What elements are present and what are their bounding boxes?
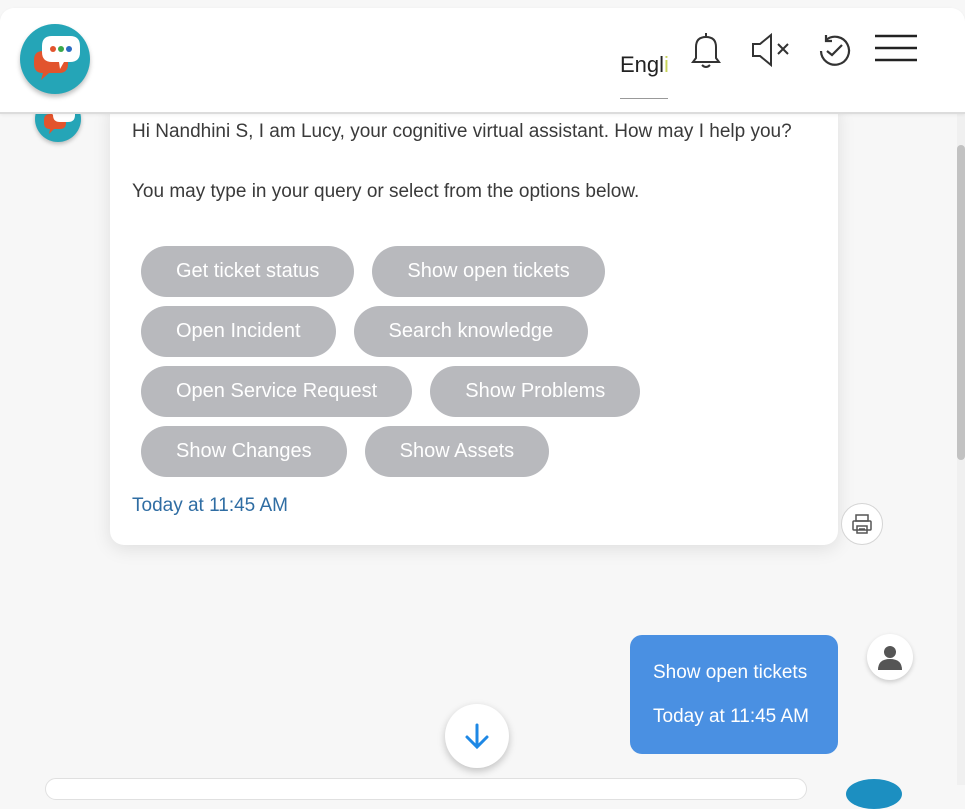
quick-reply-options: Get ticket status Show open tickets Open… xyxy=(141,246,661,486)
menu-icon[interactable] xyxy=(873,30,919,71)
bot-greeting: Hi Nandhini S, I am Lucy, your cognitive… xyxy=(132,121,792,142)
option-show-open-tickets[interactable]: Show open tickets xyxy=(372,246,605,297)
option-row: Open Service Request Show Problems xyxy=(141,366,661,417)
send-button[interactable] xyxy=(846,779,902,809)
chat-logo-icon xyxy=(20,24,90,94)
option-show-changes[interactable]: Show Changes xyxy=(141,426,347,477)
history-icon[interactable] xyxy=(813,30,855,75)
option-search-knowledge[interactable]: Search knowledge xyxy=(353,306,589,357)
bell-icon[interactable] xyxy=(688,30,724,75)
option-row: Open Incident Search knowledge xyxy=(141,306,661,357)
bot-hint: You may type in your query or select fro… xyxy=(132,181,640,202)
option-show-problems[interactable]: Show Problems xyxy=(430,366,641,417)
print-icon[interactable] xyxy=(841,503,883,545)
option-row: Get ticket status Show open tickets xyxy=(141,246,661,297)
language-label: Engl xyxy=(620,52,665,77)
option-get-ticket-status[interactable]: Get ticket status xyxy=(141,246,355,297)
user-message-bubble: Show open tickets Today at 11:45 AM xyxy=(630,635,838,754)
scroll-down-button[interactable] xyxy=(445,704,509,768)
bot-message-card: Hi Nandhini S, I am Lucy, your cognitive… xyxy=(110,100,838,545)
user-message-timestamp: Today at 11:45 AM xyxy=(653,706,809,727)
option-open-service-request[interactable]: Open Service Request xyxy=(141,366,413,417)
arrow-down-icon xyxy=(465,723,489,750)
option-open-incident[interactable]: Open Incident xyxy=(141,306,336,357)
bot-message-timestamp: Today at 11:45 AM xyxy=(132,495,288,516)
mute-icon[interactable] xyxy=(749,30,793,75)
language-label-fade: i xyxy=(664,52,668,77)
message-input[interactable] xyxy=(45,778,807,800)
option-row: Show Changes Show Assets xyxy=(141,426,661,477)
option-show-assets[interactable]: Show Assets xyxy=(364,426,550,477)
user-avatar-icon xyxy=(867,634,913,680)
chat-header: Engli xyxy=(0,8,965,114)
user-message-text: Show open tickets xyxy=(653,662,808,683)
scrollbar-thumb[interactable] xyxy=(957,145,965,460)
language-selector[interactable]: Engli xyxy=(620,52,668,99)
